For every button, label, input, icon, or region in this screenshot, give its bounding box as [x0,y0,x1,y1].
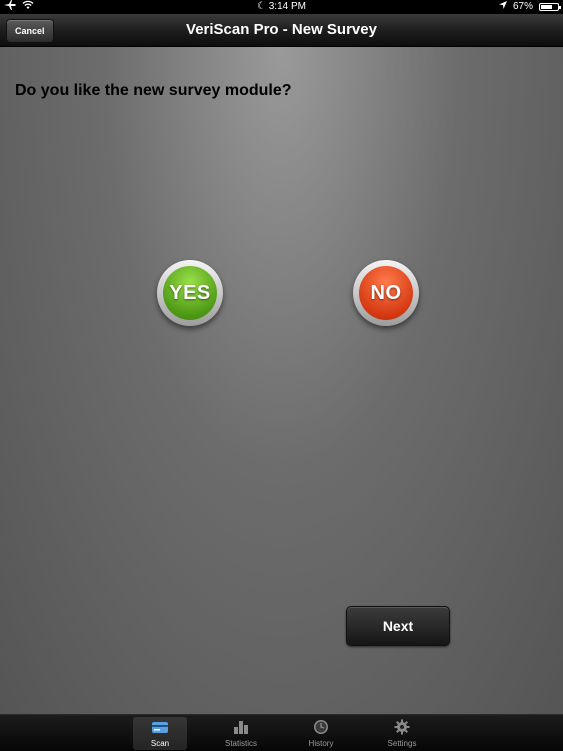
status-time-wrap: ☾ 3:14 PM [0,0,563,14]
status-time: 3:14 PM [268,1,306,12]
gear-icon [375,719,429,737]
next-button[interactable]: Next [346,606,450,646]
location-arrow-icon [498,0,507,14]
status-bar: ☾ 3:14 PM 67% [0,0,563,14]
yes-label: YES [163,266,217,320]
tab-history[interactable]: History [294,717,348,750]
tab-statistics-label: Statistics [224,739,257,748]
survey-content: Do you like the new survey module? YES N… [0,47,563,714]
moon-icon: ☾ [257,1,266,12]
tab-statistics[interactable]: Statistics [214,717,268,750]
tab-bar: Scan Statistics History Settings [0,714,563,751]
status-right: 67% [498,0,561,14]
clock-icon [294,719,348,737]
tab-settings[interactable]: Settings [375,717,429,750]
id-card-icon [133,719,187,737]
tab-scan[interactable]: Scan [133,717,187,750]
yes-button[interactable]: YES [157,260,223,326]
tab-history-label: History [308,739,334,748]
battery-icon [539,3,561,11]
navigation-bar: Cancel VeriScan Pro - New Survey [0,14,563,47]
battery-percent: 67% [512,1,533,12]
tab-settings-label: Settings [387,739,417,748]
bar-chart-icon [214,719,268,737]
tab-scan-label: Scan [150,739,170,748]
no-button[interactable]: NO [353,260,419,326]
survey-question: Do you like the new survey module? [15,82,292,99]
page-title: VeriScan Pro - New Survey [186,21,377,38]
no-label: NO [359,266,413,320]
